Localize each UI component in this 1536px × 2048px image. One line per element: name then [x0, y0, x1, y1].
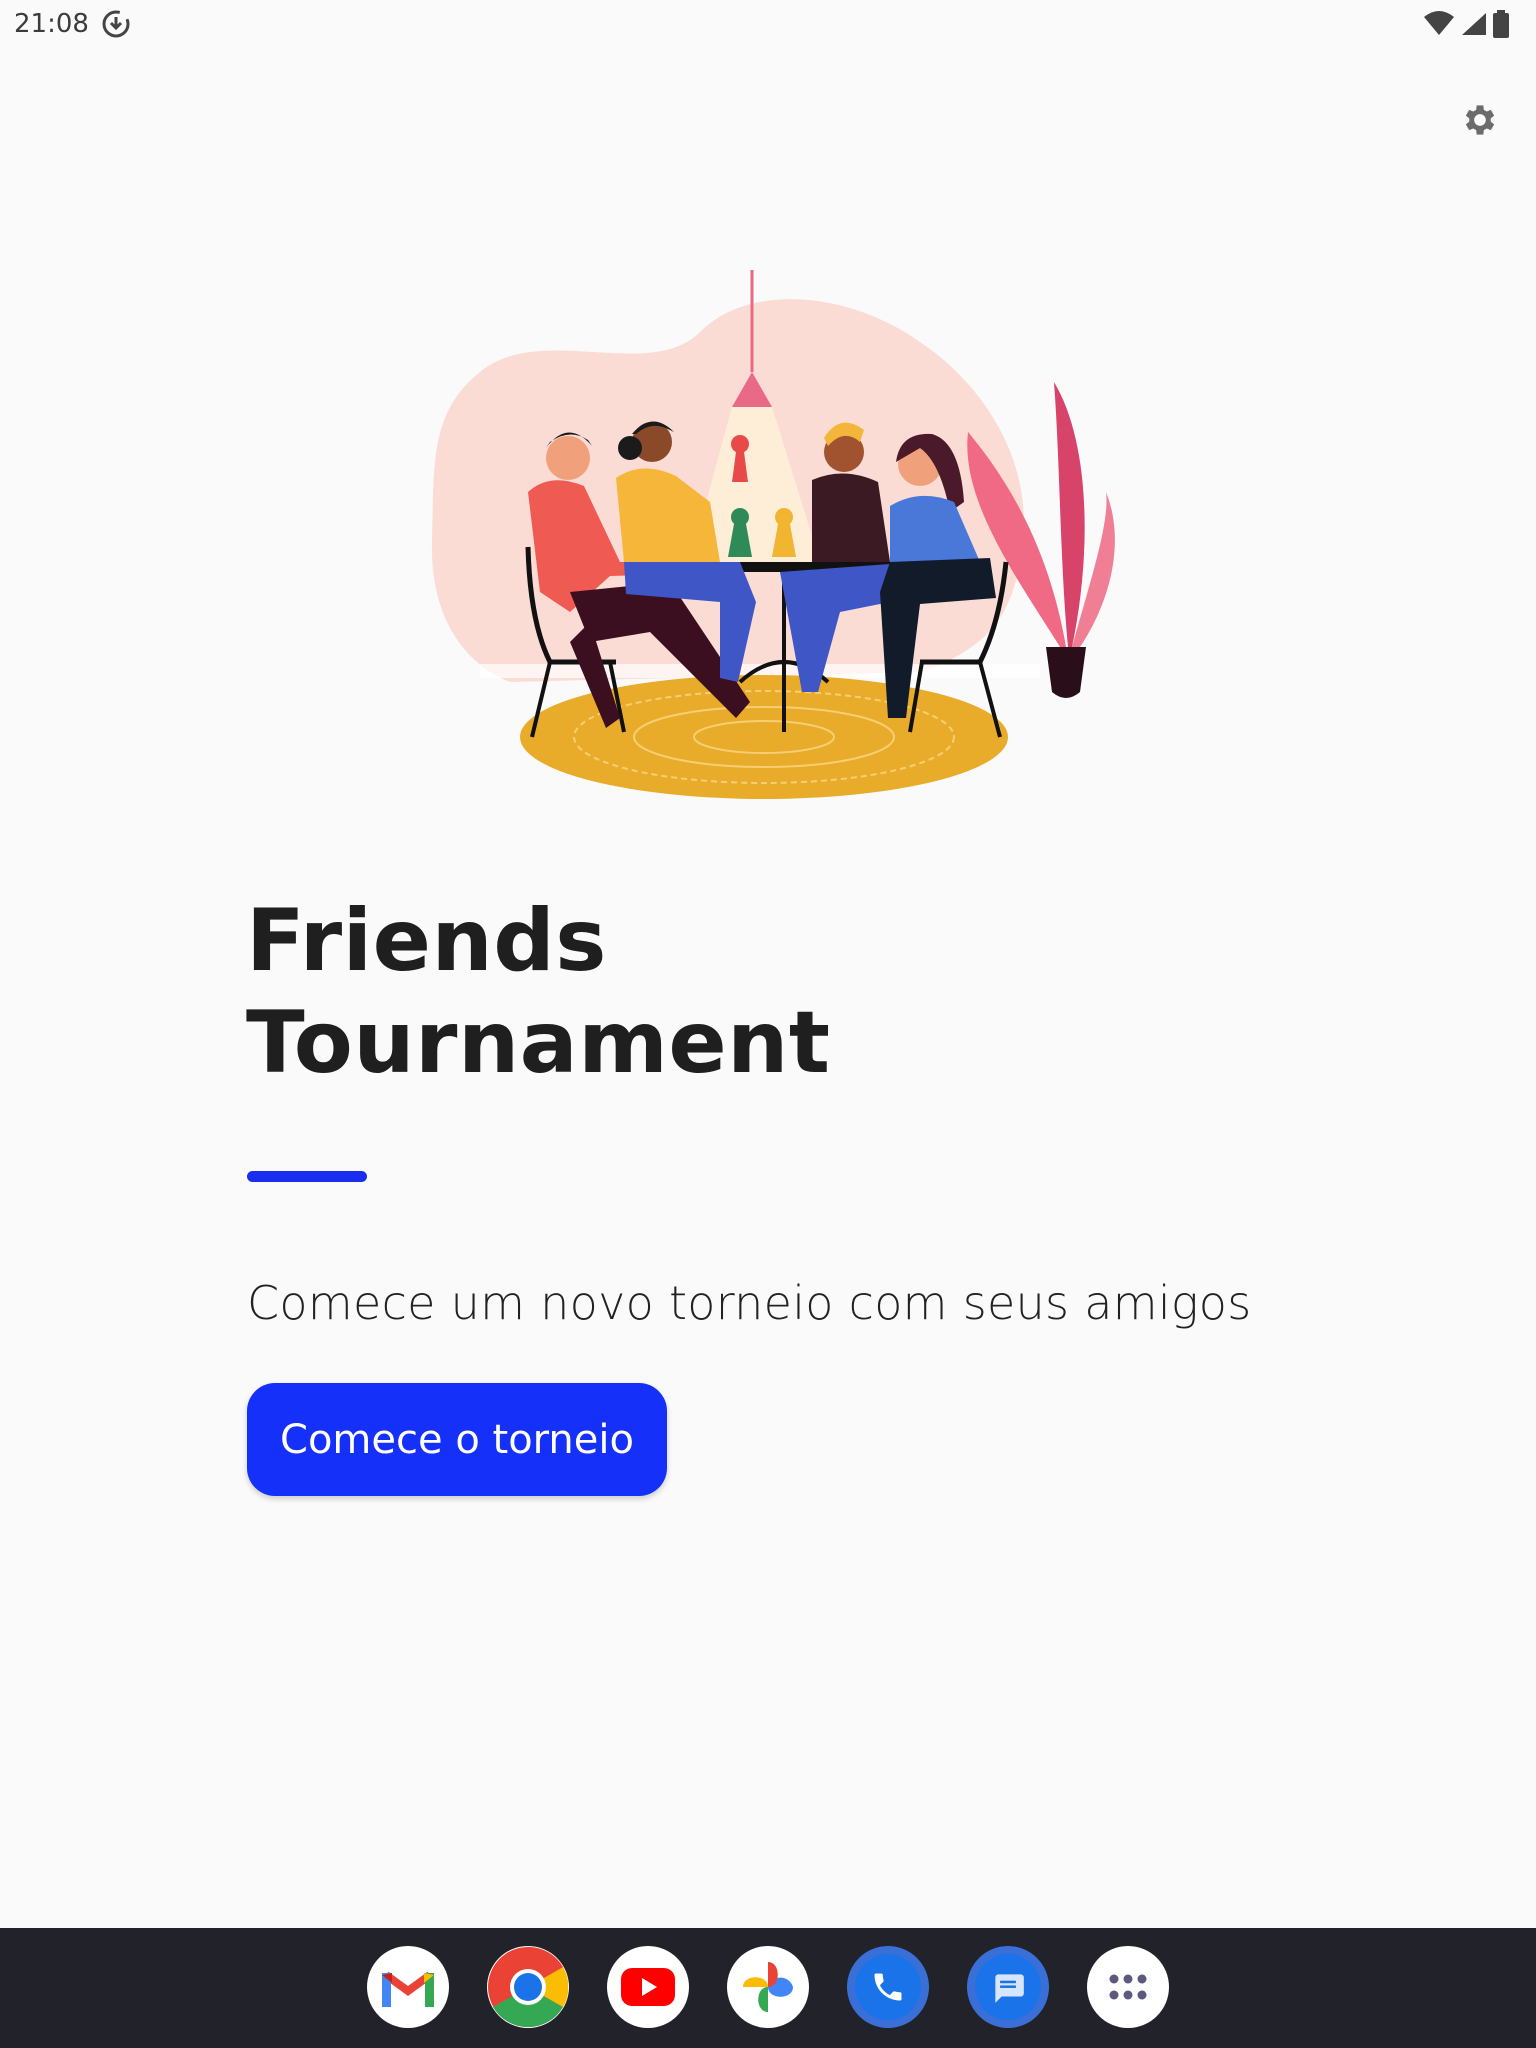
start-tournament-button[interactable]: Comece o torneio	[247, 1383, 667, 1496]
settings-button[interactable]	[1456, 96, 1504, 144]
dock-app-messages[interactable]	[967, 1946, 1049, 2028]
youtube-icon	[621, 1968, 675, 2006]
page-title: Friends Tournament	[246, 890, 1146, 1094]
dock-app-gmail[interactable]	[367, 1946, 449, 2028]
dock-app-phone[interactable]	[847, 1946, 929, 2028]
download-circle-icon	[102, 10, 130, 38]
title-underline-divider	[247, 1171, 367, 1182]
subtitle: Comece um novo torneio com seus amigos	[247, 1276, 1252, 1330]
battery-icon	[1493, 10, 1509, 38]
status-bar: 21:08	[0, 0, 1536, 48]
messages-icon	[995, 1974, 1024, 2003]
title-line-1: Friends	[246, 891, 607, 991]
chrome-icon	[488, 1947, 568, 2027]
photos-pinwheel-icon	[743, 1962, 793, 2012]
gmail-icon	[382, 1971, 434, 2007]
dock-app-chrome[interactable]	[487, 1946, 569, 2028]
dock-app-photos[interactable]	[727, 1946, 809, 2028]
phone-icon	[874, 1973, 902, 2001]
taskbar-dock	[0, 1928, 1536, 2048]
cell-signal-icon	[1462, 13, 1486, 35]
status-icons	[1424, 10, 1510, 38]
gear-icon	[1465, 105, 1495, 135]
status-time: 21:08	[14, 9, 89, 39]
friends-playing-board-game-illustration	[431, 270, 1115, 799]
wifi-icon	[1424, 11, 1454, 35]
dock-app-drawer[interactable]	[1087, 1946, 1169, 2028]
dock-app-youtube[interactable]	[607, 1946, 689, 2028]
title-line-2: Tournament	[246, 993, 831, 1093]
app-grid-icon	[1109, 1974, 1147, 2000]
